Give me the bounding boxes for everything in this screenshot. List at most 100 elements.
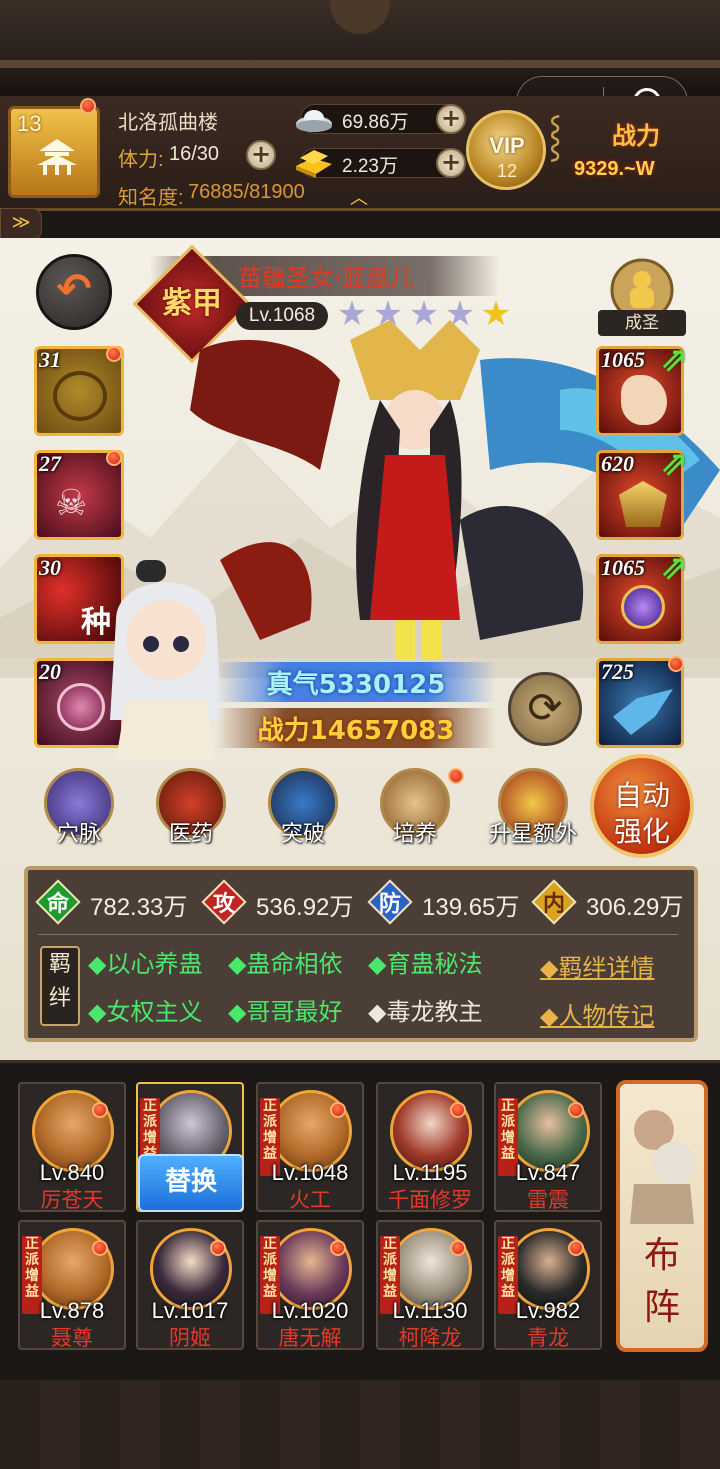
action-breakthrough[interactable]: 突破 [258,768,348,848]
total-power-value: 9329.~W [574,158,655,180]
bond-item: ◆以心养蛊 [88,950,203,978]
add-stamina-button[interactable]: + [246,140,276,170]
swirl-icon [53,371,107,421]
notification-dot [568,1240,584,1256]
roster-hero-card[interactable]: 正派增益 Lv.847 雷震 [494,1082,602,1212]
notification-dot [92,1102,108,1118]
equipment-level: 1065 [601,555,645,580]
notification-dot [106,450,122,466]
roster-hero-card[interactable]: 正派增益 Lv.1130 柯降龙 [376,1220,484,1350]
phoenix-mount-icon [613,689,673,735]
roof-crest [330,0,390,34]
roster-hero-card[interactable]: 正派增益 Lv.982 青龙 [494,1220,602,1350]
hero-card-level: Lv.1017 [151,1298,229,1323]
replace-hero-button[interactable]: 替换 [138,1154,244,1212]
upgrade-arrow-icon: ⇗ [660,444,689,484]
stamina-label: 体力: [118,149,164,171]
bond-item: ◆哥哥最好 [228,998,343,1026]
add-gold-button[interactable]: + [436,148,466,178]
hero-card-level: Lv.1195 [392,1160,468,1185]
biography-link[interactable]: ◆人物传记 [540,996,654,1031]
formation-label: 布阵 [643,1235,680,1328]
pagoda-icon [37,139,77,175]
player-avatar[interactable]: 13 [8,106,100,198]
gold-amount: 2.23万 [342,156,398,177]
upgrade-arrow-icon: ⇗ [660,340,689,380]
notification-dot [568,1102,584,1118]
silver-ingot-icon [296,110,332,132]
notification-dot [450,1240,466,1256]
bond-item: ◆女权主义 [88,998,203,1026]
hero-card-name: 柯降龙 [398,1326,462,1350]
action-label: 医药 [168,822,213,847]
vip-wing-icon: ⸾ [548,113,563,159]
equipment-slot[interactable]: 725 [596,658,684,748]
skill-level: 20 [39,659,61,684]
true-qi-value: 真气5330125 [266,670,446,700]
skull-icon: ☠ [55,483,88,524]
bond-tag: 羁绊 [40,946,80,1026]
notification-dot [330,1240,346,1256]
equipment-level: 725 [601,659,634,684]
skill-level: 31 [39,347,61,372]
armor-icon [619,481,667,527]
total-power-label: 战力 [612,122,660,150]
avatar-notification-dot [80,98,96,114]
hp-stat-value: 782.33万 [90,894,188,921]
action-training[interactable]: 培养 [370,768,460,848]
fame-value: 76885/81900 [188,181,305,203]
hero-card-level: Lv.847 [515,1160,581,1185]
inner-stat-icon: 内 [531,879,577,925]
expand-side-menu-button[interactable]: ≫ [0,208,42,240]
roster-hero-card[interactable]: 正派增益 Lv.1048 火工 [256,1082,364,1212]
fame-label: 知名度: [118,187,184,209]
back-button[interactable]: ↶ [36,254,112,330]
roster-hero-card[interactable]: 正派增益 Lv.878 聂尊 [18,1220,126,1350]
vip-label: VIP [489,133,525,158]
hero-card-name: 聂尊 [51,1326,93,1350]
notification-dot [448,768,464,784]
hp-stat-icon: 命 [35,879,81,925]
action-star-up[interactable]: 升星额外 [478,768,588,848]
hero-card-name: 唐无解 [278,1326,342,1350]
defense-stat-icon: 防 [367,879,413,925]
roster-hero-card[interactable]: Lv.1017 阴姬 [136,1220,244,1350]
attack-stat-icon: 攻 [201,879,247,925]
vip-badge[interactable]: VIP 12 [466,110,546,190]
hero-card-level: Lv.982 [515,1298,581,1323]
chibi-companion [110,560,222,760]
stats-divider [38,934,678,935]
floor-decoration [0,1380,720,1469]
vip-level: 12 [496,161,518,181]
inner-stat-value: 306.29万 [586,894,684,921]
action-meridian[interactable]: 穴脉 [34,768,124,848]
bond-detail-link[interactable]: ◆羁绊详情 [540,948,654,983]
gold-bars-icon [296,150,332,178]
rank-badge-text: 紫甲 [162,286,222,321]
silver-amount: 69.86万 [342,112,409,133]
auto-enhance-button[interactable]: 自动 强化 [590,754,694,858]
collapse-chevron-icon[interactable]: ︿ [350,184,368,210]
roster-hero-card[interactable]: Lv.840 厉苍天 [18,1082,126,1212]
stamina-value: 16/30 [169,143,220,165]
skill-level: 27 [39,451,61,476]
notification-dot [330,1102,346,1118]
roster-hero-card[interactable]: 正派增益 Lv.1020 唐无解 [256,1220,364,1350]
auto-enhance-line1: 自动 [613,779,670,812]
swap-hero-button[interactable]: ⟳ [508,672,582,746]
hero-card-name: 阴姬 [169,1326,211,1350]
defense-stat-value: 139.65万 [422,894,520,921]
auto-enhance-line2: 强化 [613,815,670,848]
roster-hero-card[interactable]: Lv.1195 千面修罗 [376,1082,484,1212]
player-name: 北洛孤曲楼 [118,112,218,134]
player-level: 13 [17,111,42,136]
roof-beam [0,60,720,68]
equipment-level: 1065 [601,347,645,372]
action-medicine[interactable]: 医药 [146,768,236,848]
hero-card-name: 雷震 [527,1188,569,1212]
upgrade-arrow-icon: ⇗ [660,548,689,588]
add-silver-button[interactable]: + [436,104,466,134]
hero-card-level: Lv.1020 [271,1298,349,1323]
hero-card-name: 火工 [289,1188,331,1212]
notification-dot [92,1240,108,1256]
